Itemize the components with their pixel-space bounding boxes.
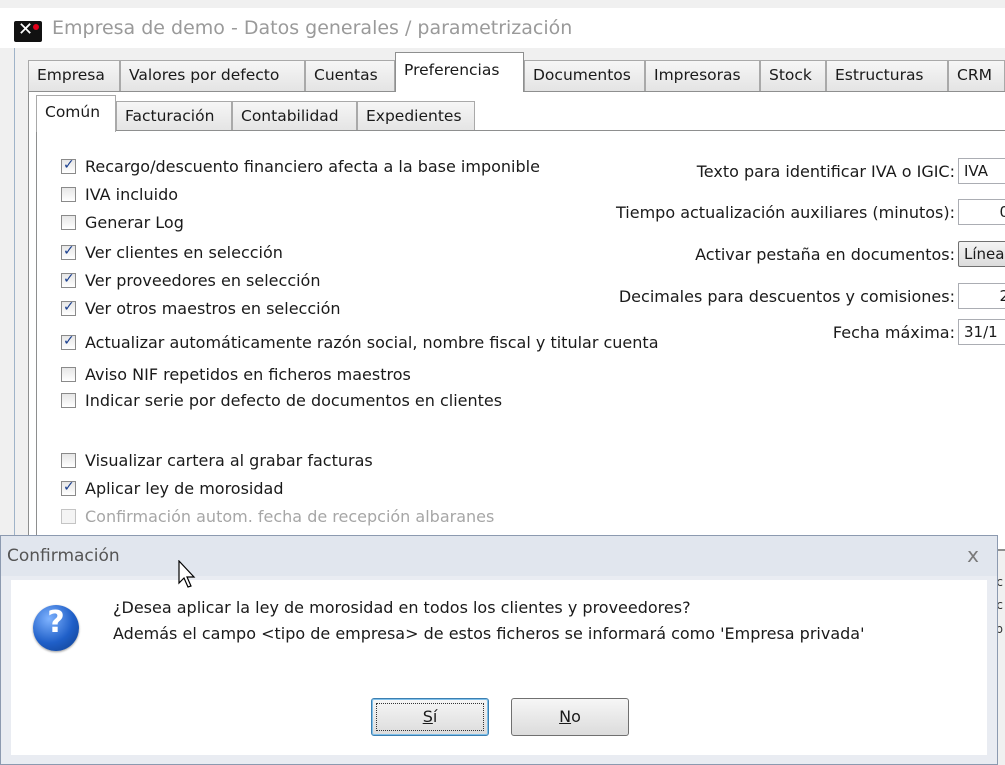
window-frame bbox=[14, 48, 15, 548]
dialog-message-line2: Además el campo <tipo de empresa> de est… bbox=[113, 624, 865, 643]
checkbox-box[interactable] bbox=[61, 215, 76, 230]
checkbox-box[interactable] bbox=[61, 393, 76, 408]
checkbox-box[interactable] bbox=[61, 367, 76, 382]
tab-facturacion[interactable]: Facturación bbox=[116, 101, 232, 131]
checkbox-box[interactable]: ✓ bbox=[61, 157, 76, 174]
tab-crm[interactable]: CRM bbox=[948, 60, 1005, 91]
checkbox-label: Ver clientes en selección bbox=[85, 243, 283, 262]
pestana-label: Activar pestaña en documentos: bbox=[695, 245, 955, 264]
checkbox-box[interactable]: ✓ bbox=[61, 333, 76, 350]
checkbox-label: Generar Log bbox=[85, 213, 184, 232]
checkbox-box[interactable]: ✓ bbox=[61, 479, 76, 496]
main-tabbar: Empresa Valores por defecto Cuentas Pref… bbox=[28, 52, 1005, 92]
tab-impresoras[interactable]: Impresoras bbox=[645, 60, 760, 91]
dialog-message-line1: ¿Desea aplicar la ley de morosidad en to… bbox=[113, 598, 691, 617]
checkbox-box[interactable] bbox=[61, 509, 76, 524]
tab-valores-por-defecto[interactable]: Valores por defecto bbox=[120, 60, 305, 91]
pestana-dropdown[interactable]: Línea bbox=[958, 241, 1005, 267]
tiempo-label: Tiempo actualización auxiliares (minutos… bbox=[616, 203, 955, 222]
no-accel: N bbox=[559, 707, 572, 726]
checkbox-label: IVA incluido bbox=[85, 185, 179, 204]
checkbox-label: Actualizar automáticamente razón social,… bbox=[85, 333, 659, 352]
fecha-maxima-field[interactable]: 31/1 bbox=[958, 319, 1005, 345]
confirmation-dialog: Confirmación x ? ¿Desea aplicar la ley d… bbox=[0, 535, 998, 765]
no-button[interactable]: No bbox=[511, 698, 629, 736]
dialog-title: Confirmación bbox=[7, 546, 120, 566]
question-icon: ? bbox=[33, 605, 79, 651]
checkbox-label: Recargo/descuento financiero afecta a la… bbox=[85, 157, 540, 176]
check-icon: ✓ bbox=[63, 157, 75, 173]
checkbox-label: Aplicar ley de morosidad bbox=[85, 479, 284, 498]
app-logo-icon: ✕ bbox=[14, 19, 42, 42]
check-icon: ✓ bbox=[63, 479, 75, 495]
iva-text-field[interactable]: IVA bbox=[958, 158, 1005, 184]
checkbox-box[interactable] bbox=[61, 453, 76, 468]
tab-cuentas[interactable]: Cuentas bbox=[305, 60, 395, 91]
fecha-label: Fecha máxima: bbox=[832, 323, 955, 342]
tab-expedientes[interactable]: Expedientes bbox=[357, 101, 475, 131]
yes-button[interactable]: Sí bbox=[371, 698, 489, 736]
check-icon: ✓ bbox=[63, 271, 75, 287]
checkbox-box[interactable] bbox=[61, 187, 76, 202]
checkbox-label: Confirmación autom. fecha de recepción a… bbox=[85, 507, 495, 526]
dialog-title-bar[interactable]: Confirmación x bbox=[1, 536, 997, 576]
dialog-body: ? ¿Desea aplicar la ley de morosidad en … bbox=[11, 580, 987, 755]
tab-estructuras[interactable]: Estructuras bbox=[826, 60, 948, 91]
close-icon[interactable]: x bbox=[967, 543, 979, 567]
title-bar: ✕ Empresa de demo - Datos generales / pa… bbox=[0, 8, 1005, 48]
tab-contabilidad[interactable]: Contabilidad bbox=[232, 101, 357, 131]
checkbox-box[interactable]: ✓ bbox=[61, 271, 76, 288]
decimales-label: Decimales para descuentos y comisiones: bbox=[618, 287, 955, 306]
checkbox-box[interactable]: ✓ bbox=[61, 243, 76, 260]
iva-label: Texto para identificar IVA o IGIC: bbox=[696, 162, 955, 181]
tab-comun[interactable]: Común bbox=[36, 95, 116, 132]
checkbox-label: Aviso NIF repetidos en ficheros maestros bbox=[85, 365, 411, 384]
tab-stock[interactable]: Stock bbox=[760, 60, 826, 91]
decimales-field[interactable]: 2 bbox=[958, 283, 1005, 309]
focus-rect bbox=[376, 703, 484, 731]
check-icon: ✓ bbox=[63, 299, 75, 315]
checkbox-label: Ver proveedores en selección bbox=[85, 271, 321, 290]
tiempo-field[interactable]: 0 bbox=[958, 199, 1005, 225]
no-label-rest: o bbox=[571, 707, 581, 726]
tab-preferencias[interactable]: Preferencias bbox=[395, 52, 524, 92]
tab-documentos[interactable]: Documentos bbox=[524, 60, 645, 91]
mouse-cursor-icon bbox=[178, 560, 196, 588]
check-icon: ✓ bbox=[63, 243, 75, 259]
tab-empresa[interactable]: Empresa bbox=[28, 60, 120, 91]
window-title: Empresa de demo - Datos generales / para… bbox=[52, 17, 573, 39]
checkbox-label: Ver otros maestros en selección bbox=[85, 299, 341, 318]
checkbox-label: Visualizar cartera al grabar facturas bbox=[85, 451, 373, 470]
check-icon: ✓ bbox=[63, 333, 75, 349]
checkbox-label: Indicar serie por defecto de documentos … bbox=[85, 391, 503, 410]
checkbox-box[interactable]: ✓ bbox=[61, 299, 76, 316]
